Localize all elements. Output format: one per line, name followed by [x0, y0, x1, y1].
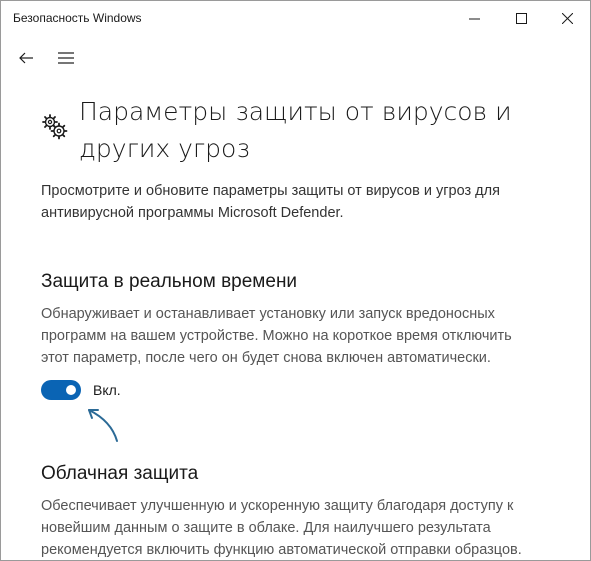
- window-title: Безопасность Windows: [13, 11, 142, 25]
- page-title: Параметры защиты от вирусов и других угр…: [79, 97, 512, 163]
- title-bar: Безопасность Windows: [1, 1, 590, 35]
- nav-bar: [1, 41, 590, 75]
- realtime-protection-toggle[interactable]: [41, 380, 81, 400]
- realtime-protection-description: Обнаруживает и останавливает установку и…: [41, 306, 512, 366]
- annotation-arrow-icon: [88, 409, 118, 442]
- page-intro: Просмотрите и обновите параметры защиты …: [41, 183, 500, 221]
- hamburger-icon: [58, 52, 74, 64]
- cloud-protection-description: Обеспечивает улучшенную и ускоренную защ…: [41, 498, 522, 558]
- back-arrow-icon: [19, 52, 33, 64]
- maximize-button[interactable]: [498, 1, 544, 35]
- realtime-protection-title: Защита в реальном времени: [41, 271, 298, 292]
- close-button[interactable]: [544, 1, 590, 35]
- page-header: Параметры защиты от вирусов и других угр…: [41, 93, 561, 173]
- maximize-icon: [515, 12, 527, 24]
- close-icon: [561, 12, 573, 24]
- menu-button[interactable]: [49, 41, 83, 75]
- gear-icon: [42, 114, 68, 140]
- realtime-protection-toggle-row: Вкл.: [41, 379, 121, 401]
- toggle-state-label: Вкл.: [93, 382, 121, 398]
- toggle-knob: [66, 385, 76, 395]
- minimize-icon: [468, 18, 480, 19]
- cloud-protection-title: Облачная защита: [41, 463, 199, 484]
- minimize-button[interactable]: [451, 1, 497, 35]
- app-window: Безопасность Windows Параметры защиты от…: [0, 0, 591, 561]
- main-content: Параметры защиты от вирусов и других угр…: [41, 93, 561, 558]
- back-button[interactable]: [9, 41, 43, 75]
